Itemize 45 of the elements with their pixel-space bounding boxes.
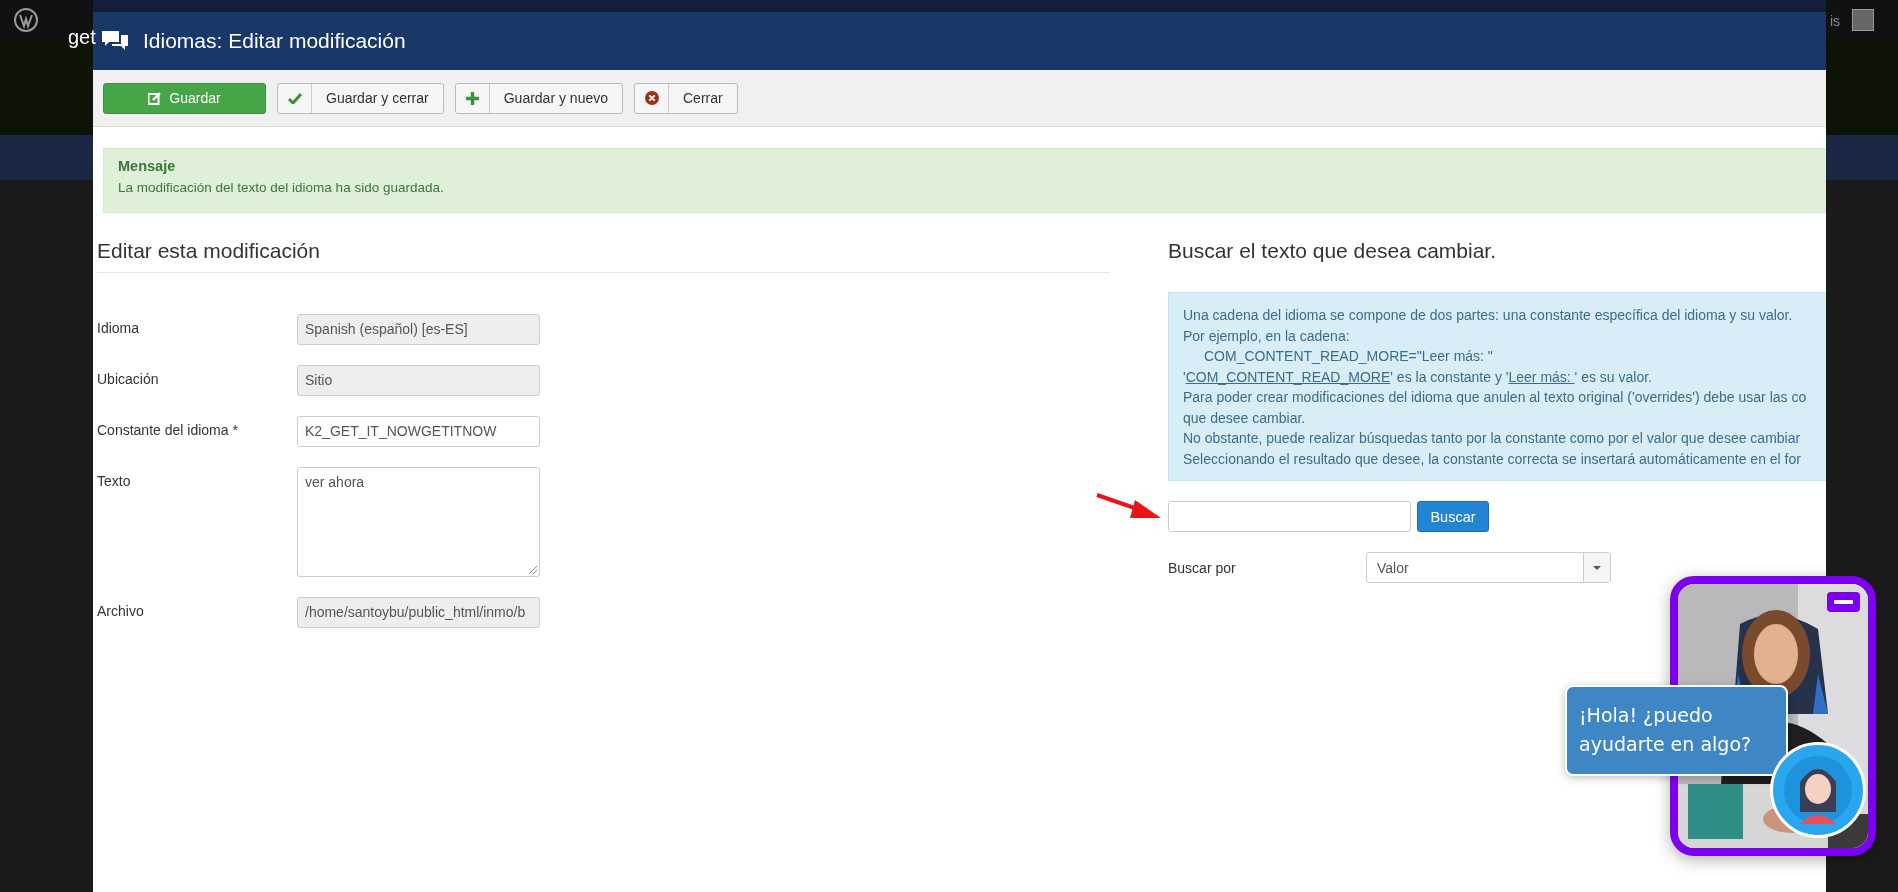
readonly-field: Sitio — [297, 365, 540, 396]
section-heading: Editar esta modificación — [97, 239, 1110, 273]
plus-icon — [465, 91, 479, 105]
minimize-icon — [1834, 600, 1853, 604]
minimize-button[interactable] — [1827, 592, 1860, 612]
field-label: Texto — [97, 472, 132, 489]
field-label: Ubicación — [97, 370, 160, 387]
info-text: Por ejemplo, en la cadena: — [1183, 326, 1350, 346]
search-field[interactable] — [1168, 501, 1411, 532]
input-field[interactable]: K2_GET_IT_NOWGETITNOW — [297, 416, 540, 447]
message-text: La modificación del texto del idioma ha sido guardada. — [118, 180, 444, 195]
readonly-field: Spanish (español) [es-ES] — [297, 314, 540, 345]
field-label: Archivo — [97, 602, 145, 619]
user-name[interactable]: is — [1830, 13, 1841, 29]
close-button[interactable]: Cerrar — [634, 82, 738, 114]
caret-icon — [1593, 565, 1601, 570]
field-label: Idioma — [97, 319, 141, 336]
info-text: Para poder crear modificaciones del idioma que anulen al texto original ('overrides') debe usar las co — [1183, 388, 1807, 407]
avatar-icon[interactable] — [1770, 742, 1866, 838]
field-label: Constante del idioma * — [97, 421, 239, 438]
section-heading: Buscar el texto que desea cambiar. — [1168, 239, 1498, 264]
resize-handle-icon[interactable] — [528, 565, 537, 574]
info-text: Una cadena del idioma se compone de dos partes: una constante específica del idioma y su valor. — [1183, 306, 1793, 325]
save-new-button[interactable]: Guardar y nuevo — [454, 82, 623, 114]
info-text: COM_CONTENT_READ_MORE="Leer más: " — [1203, 347, 1493, 366]
text-area[interactable]: ver ahora — [297, 467, 540, 577]
wordpress-icon[interactable] — [14, 8, 38, 32]
info-text: 'COM_CONTENT_READ_MORE' es la constante y 'Leer más: ' es su valor. — [1183, 367, 1652, 387]
check-icon — [287, 92, 302, 104]
save-close-button[interactable]: Guardar y cerrar — [277, 82, 444, 114]
search-button[interactable]: Buscar — [1417, 501, 1489, 532]
info-text: No obstante, puede realizar búsquedas tanto por la constante como por el valor que desee cambiar — [1183, 429, 1801, 448]
close-icon — [644, 91, 659, 105]
nav-bar — [1826, 135, 1898, 180]
search-by-dropdown[interactable]: Valor — [1366, 552, 1611, 583]
edit-icon — [148, 91, 162, 105]
field-label: Buscar por — [1168, 559, 1237, 576]
logo-text: get — [68, 26, 96, 49]
constant-link[interactable]: Leer más: — [1508, 368, 1575, 385]
info-text: que desee cambiar. — [1183, 408, 1306, 428]
window-title: Idiomas: Editar modificación — [143, 29, 406, 53]
chat-bubble: ¡Hola! ¿puedo ayudarte en algo? — [1565, 685, 1788, 776]
readonly-field: /home/santoybu/public_html/inmo/b — [297, 597, 540, 628]
info-text: Seleccionando el resultado que desee, la constante correcta se insertará automáticamente en el for — [1183, 449, 1801, 469]
message-title: Mensaje — [118, 158, 176, 174]
